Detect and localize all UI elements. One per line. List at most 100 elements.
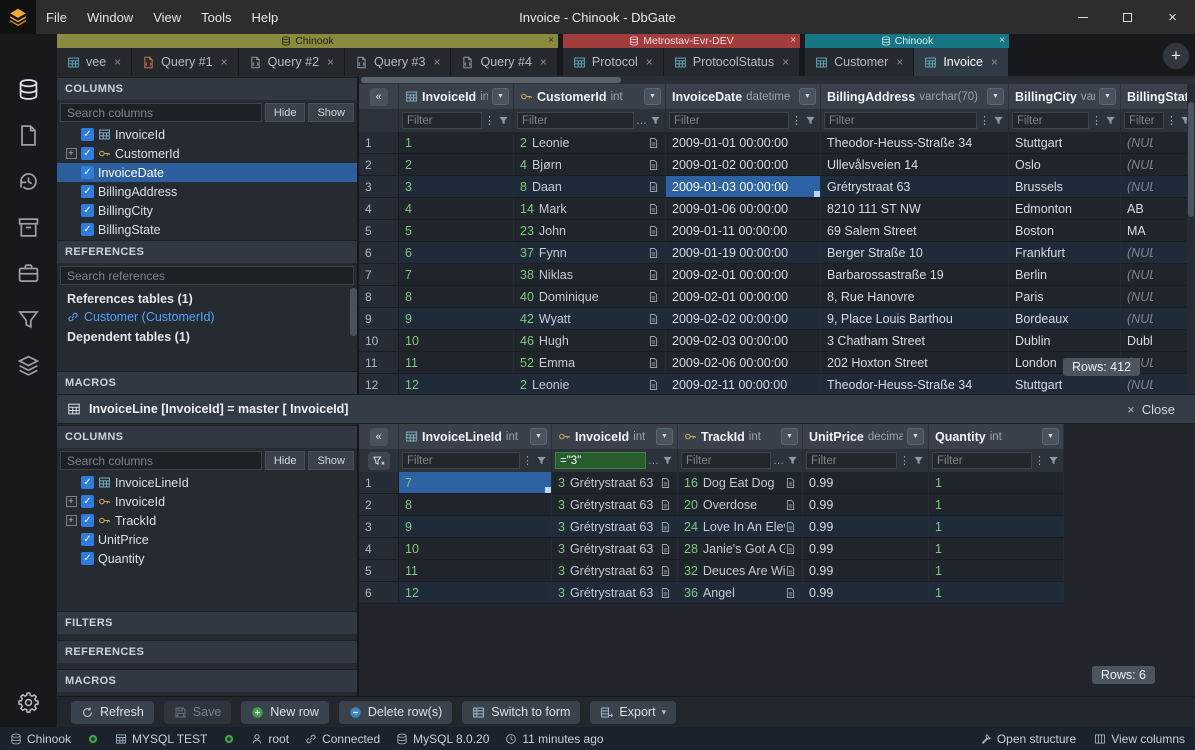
cell-trackid[interactable]: 28Janie's Got A Gun [678,538,803,559]
filter-input-billingstate[interactable] [1124,112,1164,129]
chevron-down-icon[interactable]: ▼ [781,428,798,445]
close-icon[interactable]: × [540,55,547,69]
references-section-header[interactable]: REFERENCES [57,240,357,263]
cell-customerid[interactable]: 14Mark [514,198,666,219]
cell-billingstate[interactable]: (NULL) [1121,242,1195,263]
kebab-menu-icon[interactable]: ⋮ [979,114,990,127]
row-number[interactable]: 2 [359,154,399,175]
filters-section-header[interactable]: FILTERS [57,611,357,634]
checkbox-checked-icon[interactable]: ✓ [81,223,94,236]
filter-input-trackid[interactable] [681,452,771,469]
kebab-menu-icon[interactable]: ⋮ [1034,454,1045,467]
row-number[interactable]: 6 [359,242,399,263]
cell-invoicedate[interactable]: 2009-02-06 00:00:00 [666,352,821,373]
cell-invoiceid[interactable]: 3Grétrystraat 63 [552,538,678,559]
column-item-invoiceid[interactable]: ✓InvoiceId [57,125,357,144]
cell-quantity[interactable]: 1 [929,582,1064,603]
chevron-down-icon[interactable]: ▼ [1099,88,1116,105]
kebab-menu-icon[interactable]: ⋮ [484,114,495,127]
column-item-unitprice[interactable]: ✓UnitPrice [57,530,357,549]
cell-billingstate[interactable]: Dublin [1121,330,1195,351]
cell-billingcity[interactable]: Stuttgart [1009,132,1121,153]
cell-invoicedate[interactable]: 2009-01-01 00:00:00 [666,132,821,153]
row-number[interactable]: 5 [359,220,399,241]
export-button[interactable]: Export▾ [590,701,676,724]
row-number[interactable]: 3 [359,176,399,197]
cell-billingaddress[interactable]: Berger Straße 10 [821,242,1009,263]
cell-billingaddress[interactable]: 69 Salem Street [821,220,1009,241]
switch-to-form-button[interactable]: Switch to form [462,701,580,724]
column-item-invoicelineid[interactable]: ✓InvoiceLineId [57,473,357,492]
new-row-button[interactable]: New row [241,701,329,724]
cell-invoiceid[interactable]: 2 [399,154,514,175]
cell-billingaddress[interactable]: Barbarossastraße 19 [821,264,1009,285]
column-item-invoiceid[interactable]: +✓InvoiceId [57,492,357,511]
maximize-button[interactable] [1105,0,1150,34]
funnel-icon[interactable] [1047,455,1060,466]
status-item-open-structure[interactable]: Open structure [980,732,1076,746]
cell-invoiceid[interactable]: 12 [399,374,514,394]
column-item-customerid[interactable]: +✓CustomerId [57,144,357,163]
cell-unitprice[interactable]: 0.99 [803,494,929,515]
filter-input-invoicedate[interactable] [669,112,789,129]
menu-window[interactable]: Window [77,0,143,34]
cell-customerid[interactable]: 38Niklas [514,264,666,285]
cell-invoicelineid[interactable]: 12 [399,582,552,603]
cell-billingcity[interactable]: Brussels [1009,176,1121,197]
cell-invoiceid[interactable]: 6 [399,242,514,263]
row-number[interactable]: 4 [359,198,399,219]
sidebar-history-icon-button[interactable] [12,164,46,198]
cell-customerid[interactable]: 23John [514,220,666,241]
filter-input-quantity[interactable] [932,452,1032,469]
cell-invoicedate[interactable]: 2009-02-01 00:00:00 [666,286,821,307]
checkbox-checked-icon[interactable]: ✓ [81,128,94,141]
column-item-billingstate[interactable]: ✓BillingState [57,220,357,239]
cell-invoicelineid[interactable]: 9 [399,516,552,537]
status-item-mysql-test[interactable]: MYSQL TEST [115,732,207,746]
column-header-invoicedate[interactable]: InvoiceDatedatetime▼ [666,84,821,109]
cell-billingstate[interactable]: MA [1121,220,1195,241]
close-detail-button[interactable]: × Close [1127,402,1185,417]
kebab-menu-icon[interactable]: ⋮ [899,454,910,467]
checkbox-checked-icon[interactable]: ✓ [81,533,94,546]
cell-quantity[interactable]: 1 [929,538,1064,559]
reference-customer-link[interactable]: Customer (CustomerId) [57,308,357,326]
cell-billingaddress[interactable]: Theodor-Heuss-Straße 34 [821,374,1009,394]
cell-billingcity[interactable]: Stuttgart [1009,374,1121,394]
funnel-icon[interactable] [535,455,548,466]
status-item-view-columns[interactable]: View columns [1094,732,1185,746]
show-button[interactable]: Show [308,103,354,122]
row-number[interactable]: 7 [359,264,399,285]
cell-billingcity[interactable]: Berlin [1009,264,1121,285]
checkbox-checked-icon[interactable]: ✓ [81,185,94,198]
row-number[interactable]: 2 [359,494,399,515]
cell-unitprice[interactable]: 0.99 [803,472,929,493]
menu-tools[interactable]: Tools [191,0,241,34]
menu-view[interactable]: View [143,0,191,34]
search-columns-input[interactable] [60,451,262,470]
cell-invoicelineid[interactable]: 8 [399,494,552,515]
close-icon[interactable]: × [790,34,796,48]
refresh-button[interactable]: Refresh [71,701,154,724]
settings-gear-button[interactable] [12,685,46,719]
chevron-down-icon[interactable]: ▼ [530,428,547,445]
fill-handle[interactable] [814,191,820,197]
row-number[interactable]: 1 [359,472,399,493]
cell-invoiceid[interactable]: 3 [399,176,514,197]
cell-invoicedate[interactable]: 2009-02-11 00:00:00 [666,374,821,394]
cell-billingstate[interactable]: (NULL) [1121,374,1195,394]
column-header-trackid[interactable]: TrackIdint▼ [678,424,803,449]
cell-billingcity[interactable]: Paris [1009,286,1121,307]
vertical-scrollbar[interactable] [1187,84,1195,394]
close-icon[interactable]: × [991,55,998,69]
filter-input-invoicelineid[interactable] [402,452,520,469]
tab-invoice[interactable]: Invoice× [914,48,1009,76]
funnel-icon[interactable] [1104,115,1117,126]
status-item-chinook[interactable]: Chinook [10,732,71,746]
chevron-down-icon[interactable]: ▼ [799,88,816,105]
status-item-11-minutes-ago[interactable]: 11 minutes ago [505,732,603,746]
delete-row-s-button[interactable]: Delete row(s) [339,701,452,724]
kebab-menu-icon[interactable]: ⋮ [522,454,533,467]
search-references-input[interactable] [60,266,354,285]
column-item-quantity[interactable]: ✓Quantity [57,549,357,568]
